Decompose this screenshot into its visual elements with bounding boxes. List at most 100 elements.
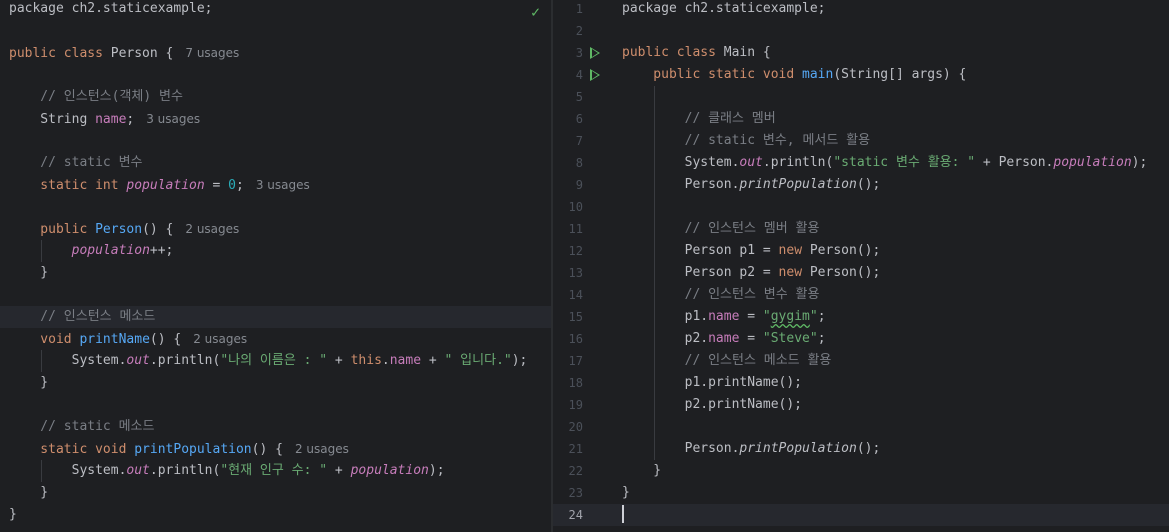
run-icon[interactable] (590, 69, 600, 81)
code-line[interactable]: package ch2.staticexample; (0, 0, 551, 20)
code-line[interactable]: 4 public static void main(String[] args)… (553, 64, 1169, 86)
line-number[interactable]: 5 (553, 86, 583, 108)
code-line[interactable]: 18 p1.printName(); (553, 372, 1169, 394)
code-line[interactable]: System.out.println("나의 이름은 : " + this.na… (0, 350, 551, 372)
code-line[interactable]: 2 (553, 20, 1169, 42)
code-line[interactable]: 8 System.out.println("static 변수 활용: " + … (553, 152, 1169, 174)
code-line[interactable]: } (0, 482, 551, 504)
code-token: out (126, 353, 150, 368)
usages-hint[interactable]: 2 usages (295, 442, 349, 456)
code-line[interactable]: } (0, 372, 551, 394)
code-text: // 인스턴스 변수 활용 (622, 284, 820, 306)
code-line[interactable]: 24 (553, 504, 1169, 526)
usages-hint[interactable]: 3 usages (146, 112, 200, 126)
code-line[interactable]: population++; (0, 240, 551, 262)
code-line[interactable]: 5 (553, 86, 1169, 108)
code-line[interactable]: // static 메소드 (0, 416, 551, 438)
code-line[interactable]: 20 (553, 416, 1169, 438)
line-number[interactable]: 2 (553, 20, 583, 42)
line-number[interactable]: 9 (553, 174, 583, 196)
code-token: + (327, 463, 351, 478)
code-line[interactable] (0, 196, 551, 218)
line-number[interactable]: 17 (553, 350, 583, 372)
usages-hint[interactable]: 2 usages (193, 332, 247, 346)
line-number[interactable]: 1 (553, 0, 583, 20)
editor-pane-person[interactable]: } } System.out.println("현재 인구 수: " + pop… (0, 0, 551, 532)
code-text: } (9, 262, 48, 284)
code-line[interactable]: 12 Person p1 = new Person(); (553, 240, 1169, 262)
code-line[interactable] (0, 20, 551, 42)
code-line[interactable]: 14 // 인스턴스 변수 활용 (553, 284, 1169, 306)
line-number[interactable]: 19 (553, 394, 583, 416)
usages-hint[interactable]: 3 usages (256, 178, 310, 192)
indent-guide (654, 86, 655, 460)
code-token: } (9, 265, 49, 280)
code-line[interactable]: 15 p1.name = "gygim"; (553, 306, 1169, 328)
code-line[interactable]: 19 p2.printName(); (553, 394, 1169, 416)
line-number[interactable]: 21 (553, 438, 583, 460)
code-token: p2.printName(); (622, 397, 803, 412)
code-line[interactable]: 13 Person p2 = new Person(); (553, 262, 1169, 284)
code-line[interactable]: 9 Person.printPopulation(); (553, 174, 1169, 196)
editor-pane-main[interactable]: 24 23} 22 } 21 Person.printPopulation(); 20 1… (553, 0, 1169, 532)
code-line[interactable] (0, 64, 551, 86)
line-number[interactable]: 4 (553, 64, 583, 86)
line-number[interactable]: 14 (553, 284, 583, 306)
code-line[interactable]: 17 // 인스턴스 메소드 활용 (553, 350, 1169, 372)
code-token: Person. (622, 441, 740, 456)
code-line[interactable]: 7 // static 변수, 메서드 활용 (553, 130, 1169, 152)
line-number[interactable]: 11 (553, 218, 583, 240)
code-token: printPopulation (739, 441, 857, 456)
line-number[interactable]: 12 (553, 240, 583, 262)
code-token: out (739, 155, 763, 170)
check-icon[interactable]: ✓ (531, 3, 540, 21)
line-number[interactable]: 23 (553, 482, 583, 504)
code-line[interactable]: System.out.println("현재 인구 수: " + populat… (0, 460, 551, 482)
code-line[interactable]: 10 (553, 196, 1169, 218)
code-line[interactable]: 23} (553, 482, 1169, 504)
code-token: population (1053, 155, 1132, 170)
line-number[interactable]: 18 (553, 372, 583, 394)
code-token: ; (126, 112, 135, 127)
code-line[interactable]: void printName() {2 usages (0, 328, 551, 350)
line-number[interactable]: 7 (553, 130, 583, 152)
code-line[interactable]: static void printPopulation() {2 usages (0, 438, 551, 460)
code-line[interactable]: 21 Person.printPopulation(); (553, 438, 1169, 460)
usages-hint[interactable]: 2 usages (185, 222, 239, 236)
code-line[interactable]: 11 // 인스턴스 멤버 활용 (553, 218, 1169, 240)
code-line[interactable]: // 인스턴스(객체) 변수 (0, 86, 551, 108)
line-number[interactable]: 15 (553, 306, 583, 328)
code-line[interactable]: 3 public class Main { (553, 42, 1169, 64)
code-line[interactable] (0, 130, 551, 152)
code-text: System.out.println("나의 이름은 : " + this.na… (9, 350, 528, 372)
code-token: // static 변수, 메서드 활용 (622, 133, 871, 148)
code-line[interactable] (0, 284, 551, 306)
code-line[interactable]: 1 package ch2.staticexample; (553, 0, 1169, 20)
line-number[interactable]: 8 (553, 152, 583, 174)
run-icon[interactable] (590, 47, 600, 59)
code-line[interactable]: } (0, 262, 551, 284)
code-line[interactable]: 16 p2.name = "Steve"; (553, 328, 1169, 350)
code-token: "static 변수 활용: " (833, 155, 976, 170)
line-number[interactable]: 16 (553, 328, 583, 350)
usages-hint[interactable]: 7 usages (185, 46, 239, 60)
code-line[interactable]: String name; 3 usages (0, 108, 551, 130)
code-line[interactable]: static int population = 0; 3 usages (0, 174, 551, 196)
code-line[interactable]: 22 } (553, 460, 1169, 482)
line-number[interactable]: 6 (553, 108, 583, 130)
code-line[interactable]: public Person() {2 usages (0, 218, 551, 240)
line-number[interactable]: 10 (553, 196, 583, 218)
line-number[interactable]: 20 (553, 416, 583, 438)
code-line[interactable] (0, 394, 551, 416)
line-number[interactable]: 13 (553, 262, 583, 284)
code-line[interactable]: public class Person {7 usages (0, 42, 551, 64)
line-number[interactable]: 3 (553, 42, 583, 64)
line-number[interactable]: 22 (553, 460, 583, 482)
code-line[interactable]: // 인스턴스 메소드 (0, 306, 551, 328)
code-token: Main { (723, 45, 771, 60)
code-line[interactable]: 6 // 클래스 멤버 (553, 108, 1169, 130)
code-line[interactable]: // static 변수 (0, 152, 551, 174)
code-line[interactable]: } (0, 504, 551, 526)
line-number[interactable]: 24 (553, 504, 583, 526)
code-token: Person { (110, 46, 174, 61)
